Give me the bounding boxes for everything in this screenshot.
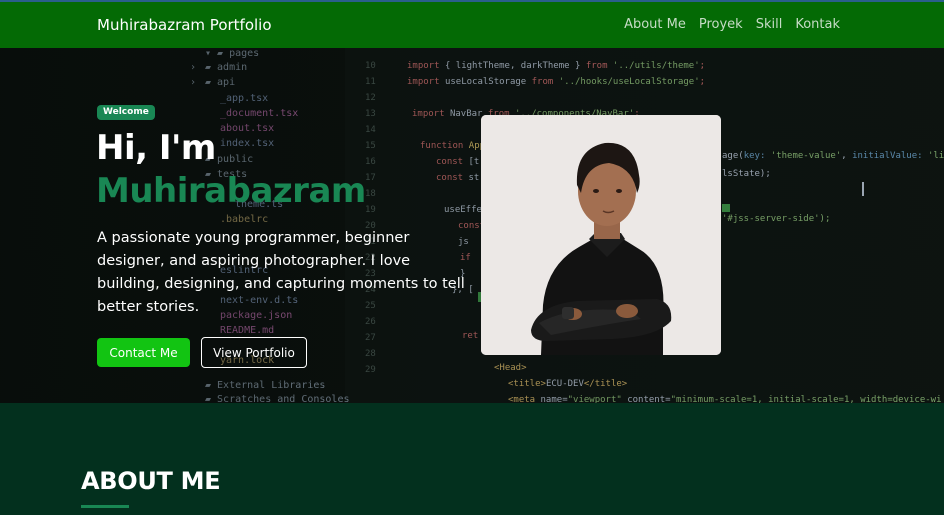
about-title: ABOUT ME — [81, 467, 221, 495]
nav-link-skill[interactable]: Skill — [756, 17, 783, 32]
hero-description: A passionate young programmer, beginner … — [97, 230, 465, 315]
about-title-underline — [81, 505, 129, 508]
about-section: ABOUT ME — [0, 403, 944, 515]
nav-link-kontak[interactable]: Kontak — [795, 17, 840, 32]
hero-section: ▾ ▰ pages ›▰ admin ›▰ api _app.tsx _docu… — [0, 48, 944, 403]
hero-name: Muhirabazram — [96, 171, 366, 211]
person-portrait-image — [481, 115, 721, 355]
brand-link[interactable]: Muhirabazram Portfolio — [97, 16, 272, 34]
view-portfolio-button[interactable]: View Portfolio — [201, 337, 307, 368]
nav-link-about[interactable]: About Me — [624, 17, 686, 32]
nav-links: About Me Proyek Skill Kontak — [624, 17, 840, 32]
navbar: Muhirabazram Portfolio About Me Proyek S… — [0, 0, 944, 48]
hero-greeting: Hi, I'm — [96, 128, 216, 168]
contact-me-button[interactable]: Contact Me — [97, 338, 190, 367]
nav-link-proyek[interactable]: Proyek — [699, 17, 743, 32]
profile-photo — [481, 115, 721, 355]
welcome-badge: Welcome — [97, 105, 155, 120]
